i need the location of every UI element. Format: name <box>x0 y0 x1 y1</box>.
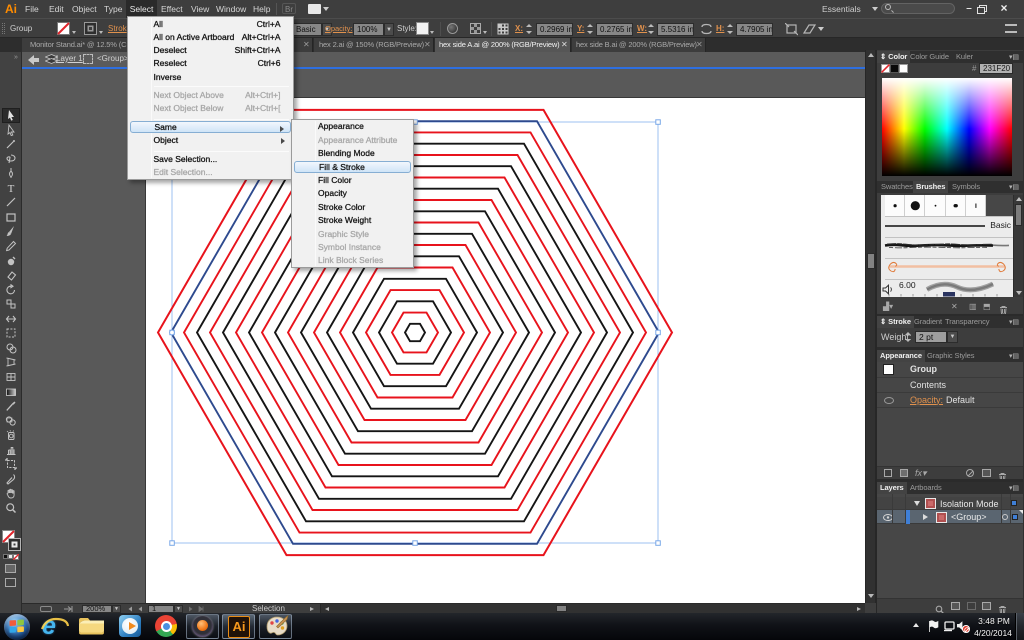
svg-text:T: T <box>8 183 15 194</box>
